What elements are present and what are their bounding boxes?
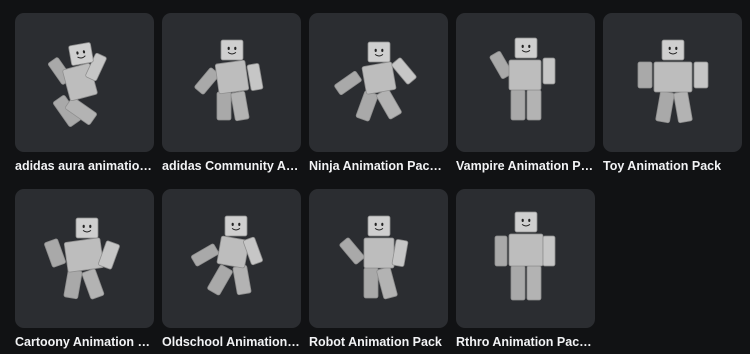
avatar-left-arm bbox=[190, 243, 219, 266]
avatar-torso bbox=[653, 61, 692, 92]
item-name[interactable]: Vampire Animation Pack bbox=[456, 159, 595, 177]
avatar-left-leg bbox=[510, 89, 525, 120]
avatar-left-arm bbox=[637, 61, 652, 88]
avatar-right-leg bbox=[375, 266, 398, 299]
item-name[interactable]: Toy Animation Pack bbox=[603, 159, 742, 177]
avatar-head bbox=[67, 41, 94, 66]
avatar-right-arm bbox=[97, 240, 120, 269]
avatar-left-leg bbox=[206, 264, 233, 295]
item-card[interactable]: Ninja Animation Package bbox=[309, 13, 448, 177]
item-thumbnail[interactable] bbox=[456, 13, 595, 152]
item-card[interactable]: adidas Community Ani... bbox=[162, 13, 301, 177]
avatar-left-leg bbox=[363, 267, 378, 298]
item-card[interactable]: Robot Animation Pack bbox=[309, 189, 448, 353]
avatar-torso bbox=[214, 59, 249, 94]
avatar-torso bbox=[361, 61, 396, 94]
item-thumbnail[interactable] bbox=[15, 13, 154, 152]
avatar-figure-icon bbox=[190, 215, 263, 295]
item-card[interactable]: Oldschool Animation P... bbox=[162, 189, 301, 353]
avatar-head bbox=[367, 41, 390, 62]
item-thumbnail[interactable] bbox=[603, 13, 742, 152]
item-name[interactable]: Ninja Animation Package bbox=[309, 159, 448, 177]
avatar-left-arm bbox=[338, 237, 365, 264]
avatar-right-arm bbox=[693, 61, 708, 88]
avatar-right-arm bbox=[246, 62, 263, 91]
avatar-right-leg bbox=[230, 90, 249, 121]
item-thumbnail[interactable] bbox=[162, 189, 301, 328]
avatar-right-leg bbox=[526, 89, 541, 120]
avatar-figure-icon bbox=[489, 37, 555, 120]
item-name[interactable]: adidas Community Ani... bbox=[162, 159, 301, 177]
avatar-left-leg bbox=[63, 268, 82, 299]
avatar-head bbox=[75, 217, 98, 238]
item-name[interactable]: adidas aura animation ... bbox=[15, 159, 154, 177]
item-card[interactable]: Vampire Animation Pack bbox=[456, 13, 595, 177]
avatar-left-leg bbox=[216, 91, 231, 120]
avatar-torso bbox=[508, 233, 543, 266]
avatar-head bbox=[514, 211, 537, 232]
avatar-left-arm bbox=[494, 235, 507, 266]
avatar-left-leg bbox=[510, 265, 525, 300]
avatar-right-leg bbox=[526, 265, 541, 300]
avatar-figure-icon bbox=[333, 41, 417, 121]
avatar-head bbox=[661, 39, 684, 60]
item-thumbnail[interactable] bbox=[309, 189, 448, 328]
item-card[interactable]: adidas aura animation ... bbox=[15, 13, 154, 177]
avatar-figure-icon bbox=[494, 211, 555, 300]
avatar-left-leg bbox=[355, 90, 378, 121]
avatar-torso bbox=[508, 59, 541, 90]
avatar-torso bbox=[363, 237, 394, 268]
animation-grid: adidas aura animation ... adidas Communi… bbox=[15, 13, 742, 353]
avatar-head bbox=[220, 39, 243, 60]
item-card[interactable]: Rthro Animation Packa... bbox=[456, 189, 595, 353]
item-thumbnail[interactable] bbox=[15, 189, 154, 328]
item-thumbnail[interactable] bbox=[456, 189, 595, 328]
item-name[interactable]: Cartoony Animation Pa... bbox=[15, 335, 154, 353]
item-card[interactable]: Toy Animation Pack bbox=[603, 13, 742, 177]
avatar-figure-icon bbox=[43, 217, 120, 299]
avatar-figure-icon bbox=[338, 215, 408, 299]
avatar-head bbox=[224, 215, 247, 236]
avatar-right-leg bbox=[81, 268, 104, 299]
item-name[interactable]: Rthro Animation Packa... bbox=[456, 335, 595, 353]
avatar-torso bbox=[63, 236, 104, 273]
avatar-figure-icon bbox=[47, 41, 107, 127]
avatar-right-arm bbox=[542, 57, 555, 84]
item-thumbnail[interactable] bbox=[162, 13, 301, 152]
avatar-right-arm bbox=[542, 235, 555, 266]
avatar-left-arm bbox=[43, 238, 66, 267]
item-thumbnail[interactable] bbox=[309, 13, 448, 152]
avatar-head bbox=[367, 215, 390, 236]
avatar-left-leg bbox=[654, 90, 675, 123]
item-card[interactable]: Cartoony Animation Pa... bbox=[15, 189, 154, 353]
item-name[interactable]: Robot Animation Pack bbox=[309, 335, 448, 353]
avatar-right-leg bbox=[375, 88, 402, 119]
avatar-left-arm bbox=[333, 70, 362, 95]
avatar-right-leg bbox=[672, 90, 693, 123]
avatar-head bbox=[514, 37, 537, 58]
item-name[interactable]: Oldschool Animation P... bbox=[162, 335, 301, 353]
avatar-figure-icon bbox=[637, 39, 708, 123]
avatar-figure-icon bbox=[193, 39, 263, 121]
avatar-right-leg bbox=[232, 264, 251, 295]
